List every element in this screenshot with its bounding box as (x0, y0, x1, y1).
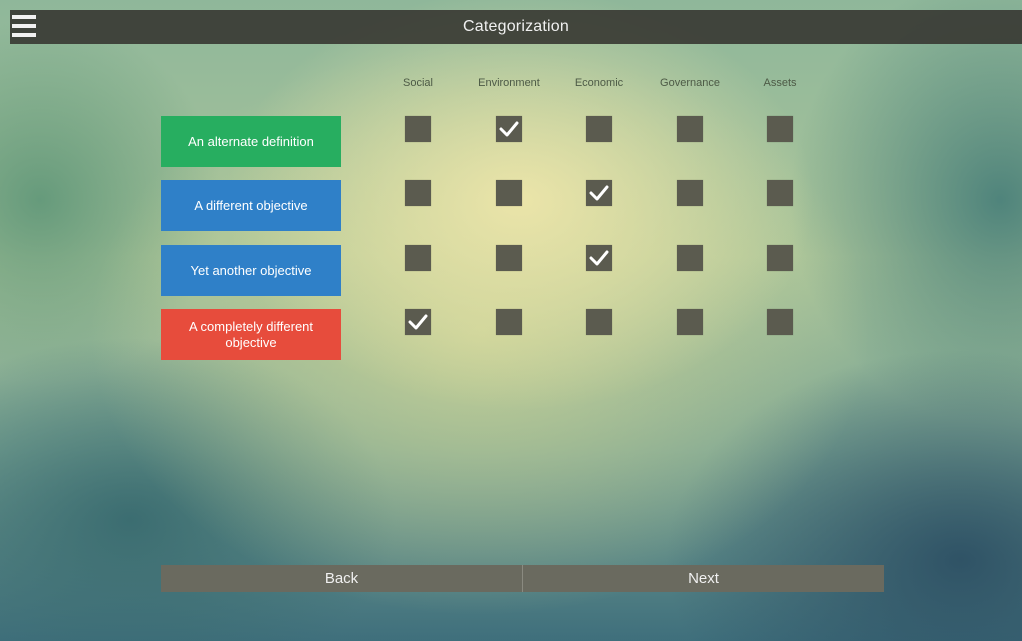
column-header-assets: Assets (763, 77, 797, 89)
checkbox-social-row-1[interactable] (405, 116, 431, 142)
column-header-economic: Economic (574, 77, 624, 89)
objective-button-1[interactable]: An alternate definition (161, 116, 341, 167)
checkbox-economic-row-3[interactable] (586, 245, 612, 271)
checkbox-assets-row-1[interactable] (767, 116, 793, 142)
checkbox-environment-row-3[interactable] (496, 245, 522, 271)
checkbox-economic-row-4[interactable] (586, 309, 612, 335)
checkbox-environment-row-4[interactable] (496, 309, 522, 335)
navigation-bar: Back Next (161, 565, 884, 592)
checkbox-social-row-3[interactable] (405, 245, 431, 271)
checkbox-social-row-4[interactable] (405, 309, 431, 335)
checkbox-assets-row-4[interactable] (767, 309, 793, 335)
column-header-social: Social (403, 77, 433, 89)
column-header-environment: Environment (478, 77, 540, 89)
objective-button-4[interactable]: A completely different objective (161, 309, 341, 360)
checkbox-assets-row-2[interactable] (767, 180, 793, 206)
next-button[interactable]: Next (523, 565, 884, 592)
objective-button-3[interactable]: Yet another objective (161, 245, 341, 296)
checkbox-environment-row-1[interactable] (496, 116, 522, 142)
checkmark-icon (589, 185, 609, 201)
checkbox-economic-row-2[interactable] (586, 180, 612, 206)
checkbox-governance-row-3[interactable] (677, 245, 703, 271)
column-header-governance: Governance (660, 77, 720, 89)
top-bar: Categorization (10, 10, 1022, 44)
checkmark-icon (499, 121, 519, 137)
checkbox-economic-row-1[interactable] (586, 116, 612, 142)
checkmark-icon (408, 314, 428, 330)
checkmark-icon (589, 250, 609, 266)
checkbox-environment-row-2[interactable] (496, 180, 522, 206)
checkbox-governance-row-4[interactable] (677, 309, 703, 335)
page-title: Categorization (463, 18, 569, 35)
back-button[interactable]: Back (161, 565, 523, 592)
checkbox-governance-row-1[interactable] (677, 116, 703, 142)
objective-button-2[interactable]: A different objective (161, 180, 341, 231)
checkbox-social-row-2[interactable] (405, 180, 431, 206)
checkbox-assets-row-3[interactable] (767, 245, 793, 271)
checkbox-governance-row-2[interactable] (677, 180, 703, 206)
